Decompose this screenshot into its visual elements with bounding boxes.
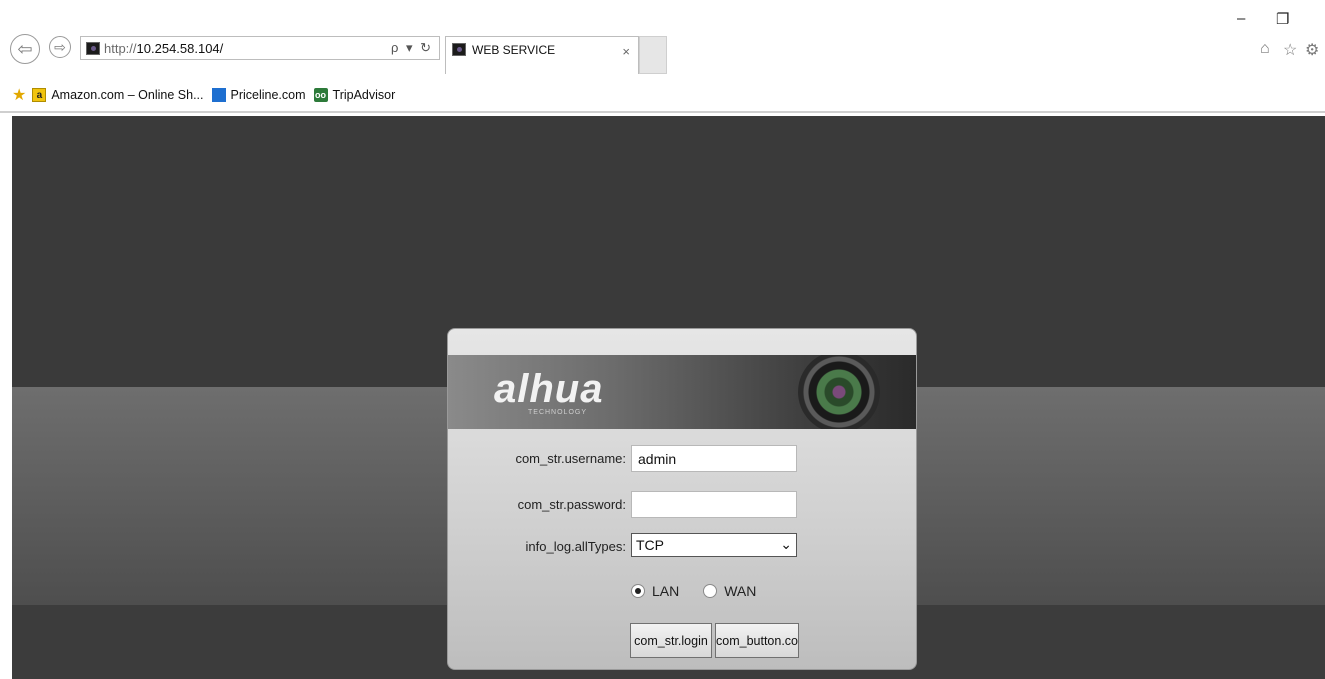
add-favorite-star-icon[interactable]: ★: [12, 85, 26, 105]
username-input[interactable]: [631, 445, 797, 472]
password-input[interactable]: [631, 491, 797, 518]
tab-close-icon[interactable]: ×: [622, 44, 630, 59]
network-radio-group: LAN WAN: [631, 583, 780, 599]
priceline-icon: [211, 88, 226, 102]
url-host: 10.254.58.104/: [136, 40, 224, 56]
minimize-button[interactable]: –: [1237, 10, 1245, 27]
site-favicon-icon: [86, 41, 100, 55]
radio-wan[interactable]: WAN: [703, 583, 756, 599]
tab-favicon-icon: [452, 43, 466, 56]
favorite-label: Amazon.com – Online Sh...: [51, 88, 204, 102]
search-refresh-icons[interactable]: ρ ▾ ↻: [391, 40, 433, 56]
radio-lan[interactable]: LAN: [631, 583, 679, 599]
tab-title: WEB SERVICE: [472, 43, 556, 57]
favorites-bar: ★ a Amazon.com – Online Sh... Priceline.…: [0, 79, 1325, 113]
favorites-star-icon[interactable]: ☆: [1283, 40, 1297, 60]
home-icon[interactable]: ⌂: [1260, 40, 1270, 58]
protocol-selected-value: TCP: [636, 537, 664, 553]
type-label: info_log.allTypes:: [525, 539, 626, 554]
url-scheme: http://: [104, 40, 137, 56]
radio-wan-label: WAN: [724, 583, 757, 599]
password-row: com_str.password:: [448, 491, 916, 519]
brand-banner: alhua TECHNOLOGY: [448, 355, 916, 429]
camera-lens-icon: [798, 355, 880, 429]
cancel-button[interactable]: com_button.co: [715, 623, 799, 658]
gear-icon[interactable]: ⚙: [1305, 40, 1319, 60]
chevron-down-icon: ⌄: [780, 536, 792, 552]
login-dialog: alhua TECHNOLOGY com_str.username: com_s…: [447, 328, 917, 670]
protocol-select[interactable]: TCP ⌄: [631, 533, 797, 557]
arrow-left-icon: ⇦: [17, 38, 33, 59]
username-label: com_str.username:: [515, 451, 626, 466]
radio-wan-dot[interactable]: [703, 584, 718, 598]
back-button[interactable]: ⇦: [10, 34, 40, 64]
dahua-logo: alhua: [494, 367, 604, 411]
favorite-priceline[interactable]: Priceline.com: [211, 88, 306, 102]
restore-button[interactable]: ❐: [1276, 10, 1289, 28]
password-label: com_str.password:: [517, 497, 626, 512]
favorite-tripadvisor[interactable]: oo TripAdvisor: [313, 88, 396, 102]
arrow-right-icon: ⇨: [54, 38, 66, 55]
page-background: alhua TECHNOLOGY com_str.username: com_s…: [12, 116, 1325, 679]
forward-button[interactable]: ⇨: [49, 36, 71, 58]
new-tab-button[interactable]: [639, 36, 667, 74]
radio-lan-label: LAN: [652, 583, 680, 599]
type-row: info_log.allTypes: TCP ⌄: [448, 533, 916, 561]
radio-lan-dot[interactable]: [631, 584, 645, 598]
tripadvisor-icon: oo: [313, 88, 328, 102]
favorite-amazon[interactable]: a Amazon.com – Online Sh...: [32, 88, 204, 102]
browser-chrome: ⇦ ⇨ http:// 10.254.58.104/ ρ ▾ ↻ WEB SER…: [0, 0, 1325, 114]
logo-subtitle: TECHNOLOGY: [528, 409, 588, 416]
login-button[interactable]: com_str.login: [630, 623, 712, 658]
address-bar[interactable]: http:// 10.254.58.104/ ρ ▾ ↻: [80, 36, 440, 60]
username-row: com_str.username:: [448, 445, 916, 473]
amazon-icon: a: [32, 88, 47, 102]
favorite-label: Priceline.com: [230, 88, 306, 102]
browser-tab[interactable]: WEB SERVICE ×: [445, 36, 639, 74]
favorite-label: TripAdvisor: [332, 88, 396, 102]
